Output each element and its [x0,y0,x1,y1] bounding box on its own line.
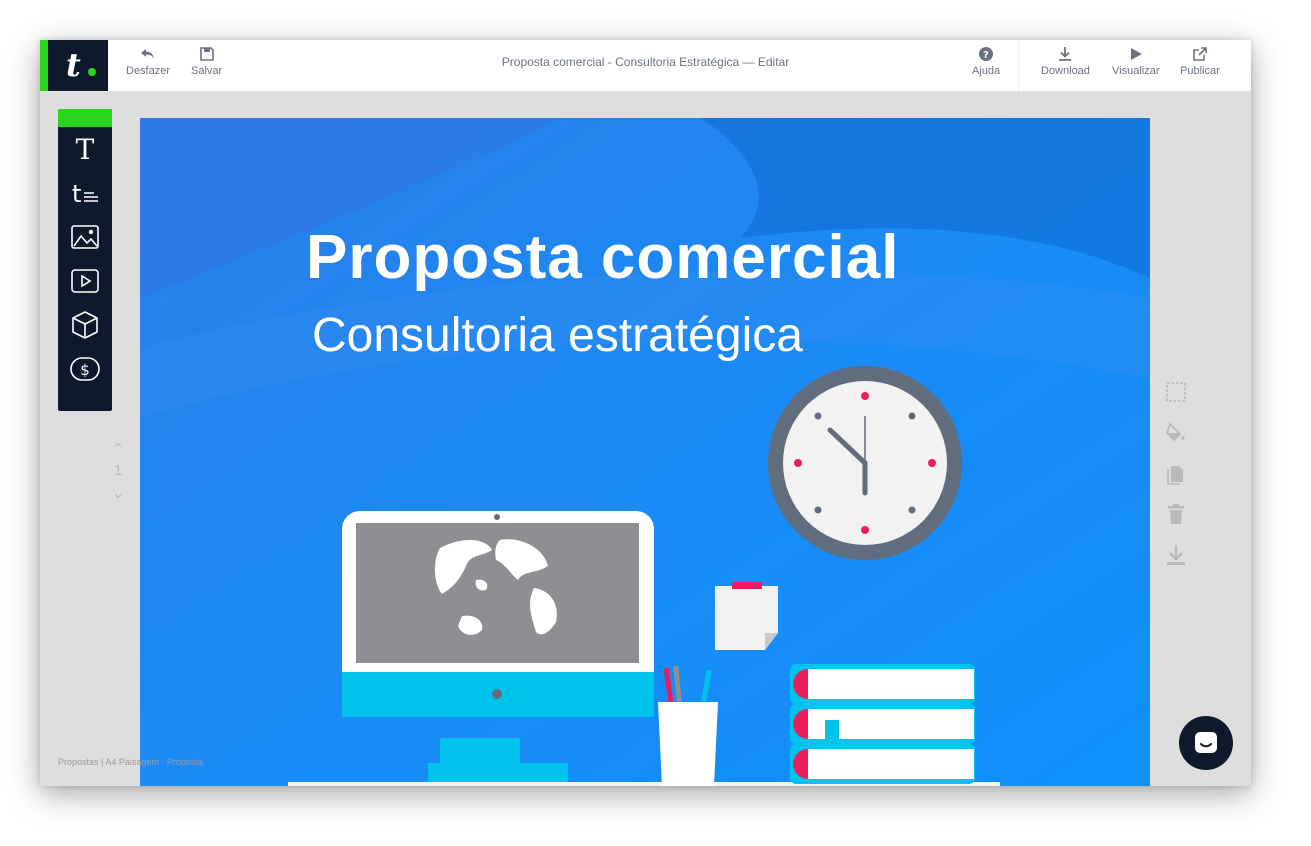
play-icon [1130,48,1142,60]
undo-button[interactable]: Desfazer [126,46,170,77]
svg-text:$: $ [80,361,90,379]
fill-bucket-icon [1165,422,1185,442]
chat-button[interactable] [1179,716,1233,770]
save-label: Salvar [191,65,223,77]
top-toolbar: t Desfazer Salvar Proposta comercial - C… [40,40,1251,92]
duplicate-button[interactable] [1164,462,1188,486]
selection-icon [1166,382,1186,402]
duplicate-icon [1167,466,1183,485]
select-area-button[interactable] [1164,380,1188,404]
fill-color-button[interactable] [1164,421,1188,445]
download-icon [1167,545,1185,565]
help-label: Ajuda [972,65,1001,77]
delete-button[interactable] [1164,502,1188,526]
svg-text:?: ? [983,50,989,61]
tools-panel-header [58,109,112,127]
slide-subtitle[interactable]: Consultoria estratégica [312,308,803,363]
dollar-icon: $ [70,357,100,381]
text-tool[interactable]: T [58,127,112,171]
download-button[interactable]: Download [1041,46,1090,77]
video-icon [71,269,99,293]
video-tool[interactable] [58,259,112,303]
help-button[interactable]: ? Ajuda [972,46,1000,77]
undo-icon [141,49,155,59]
trash-icon [1168,504,1184,524]
chevron-up-icon[interactable]: ⌃ [110,440,126,462]
download-icon [1059,47,1072,61]
preview-button[interactable]: Visualizar [1112,46,1160,77]
product-tool[interactable] [58,303,112,347]
element-tools-panel: T t $ [58,109,112,411]
page-pager: ⌃ 1 ⌄ [110,440,126,506]
download-label: Download [1041,65,1090,77]
paragraph-icon: t [72,180,98,208]
save-button[interactable]: Salvar [191,46,222,77]
publish-label: Publicar [1180,65,1220,77]
preview-label: Visualizar [1112,65,1160,77]
svg-text:t: t [72,180,81,208]
svg-text:T: T [76,134,95,164]
paragraph-tool[interactable]: t [58,171,112,215]
text-icon: T [76,134,95,164]
current-page-number: 1 [113,462,123,479]
editor-window: t Desfazer Salvar Proposta comercial - C… [40,40,1251,786]
slide-title[interactable]: Proposta comercial [306,222,899,293]
external-link-icon [1193,47,1207,61]
price-tool[interactable]: $ [58,347,112,391]
publish-button[interactable]: Publicar [1180,46,1220,77]
toolbar-divider [1018,40,1019,91]
chat-icon [1195,732,1217,753]
books-illustration [790,664,975,784]
save-icon [199,47,214,61]
slide-canvas[interactable]: Proposta comercial Consultoria estratégi… [140,118,1150,786]
chevron-down-icon[interactable]: ⌄ [110,484,126,506]
clock-illustration [768,366,962,560]
undo-label: Desfazer [126,65,171,77]
help-icon: ? [979,47,994,61]
breadcrumb[interactable]: Propostas | A4 Paisagem · Proposta [58,757,203,767]
download-page-button[interactable] [1164,543,1188,567]
logo-dot [88,68,96,76]
slide-illustration [140,118,1150,786]
logo-letter-icon: t [66,46,81,84]
sticky-note-illustration [715,582,778,650]
image-tool[interactable] [58,215,112,259]
box-icon [72,311,98,339]
image-icon [71,225,99,249]
app-logo[interactable]: t [40,40,108,91]
